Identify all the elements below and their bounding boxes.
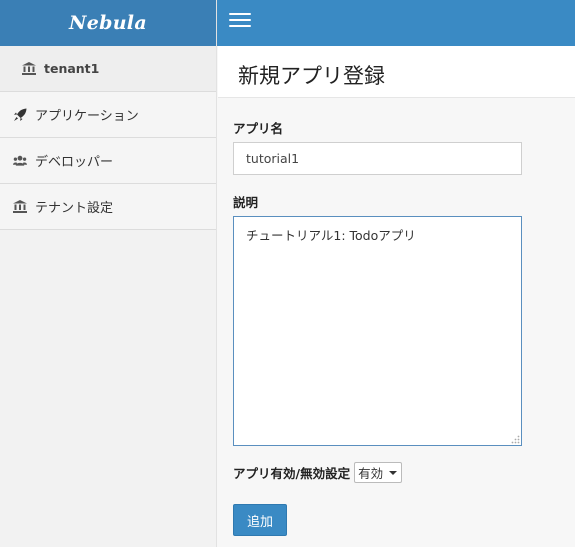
sidebar-item-applications[interactable]: アプリケーション (0, 92, 216, 138)
sidebar-item-tenant-settings[interactable]: テナント設定 (0, 184, 216, 230)
sidebar: Nebula tenant1 アプリケーション デベロッパー テナント設定 (0, 0, 217, 547)
caret-down-icon (389, 470, 398, 475)
page-title: 新規アプリ登録 (238, 64, 385, 88)
top-navbar (217, 0, 575, 46)
menu-toggle-icon[interactable] (229, 13, 251, 31)
description-textarea[interactable]: チュートリアル1: Todoアプリ (233, 216, 522, 446)
status-selected-value: 有効 (358, 466, 384, 481)
status-select[interactable]: 有効 (354, 462, 403, 483)
tenant-label: tenant1 (44, 61, 100, 76)
tenant-item[interactable]: tenant1 (0, 46, 216, 92)
add-button[interactable]: 追加 (233, 504, 287, 536)
bank-icon (13, 200, 27, 214)
brand-logo[interactable]: Nebula (0, 0, 216, 46)
sidebar-item-label: デベロッパー (35, 155, 114, 170)
resize-grip-icon[interactable] (510, 434, 520, 444)
bank-icon (22, 62, 36, 76)
rocket-icon (13, 108, 27, 122)
status-label: アプリ有効/無効設定 (233, 466, 351, 481)
status-row: アプリ有効/無効設定 有効 (233, 462, 403, 483)
brand-name: Nebula (69, 12, 147, 34)
sidebar-item-label: アプリケーション (35, 109, 139, 124)
description-label: 説明 (233, 195, 259, 210)
sidebar-item-label: テナント設定 (35, 201, 114, 216)
users-icon (13, 154, 27, 168)
app-name-label: アプリ名 (233, 121, 284, 136)
page-header: 新規アプリ登録 (218, 46, 575, 98)
app-name-input[interactable] (233, 142, 522, 175)
sidebar-item-developers[interactable]: デベロッパー (0, 138, 216, 184)
